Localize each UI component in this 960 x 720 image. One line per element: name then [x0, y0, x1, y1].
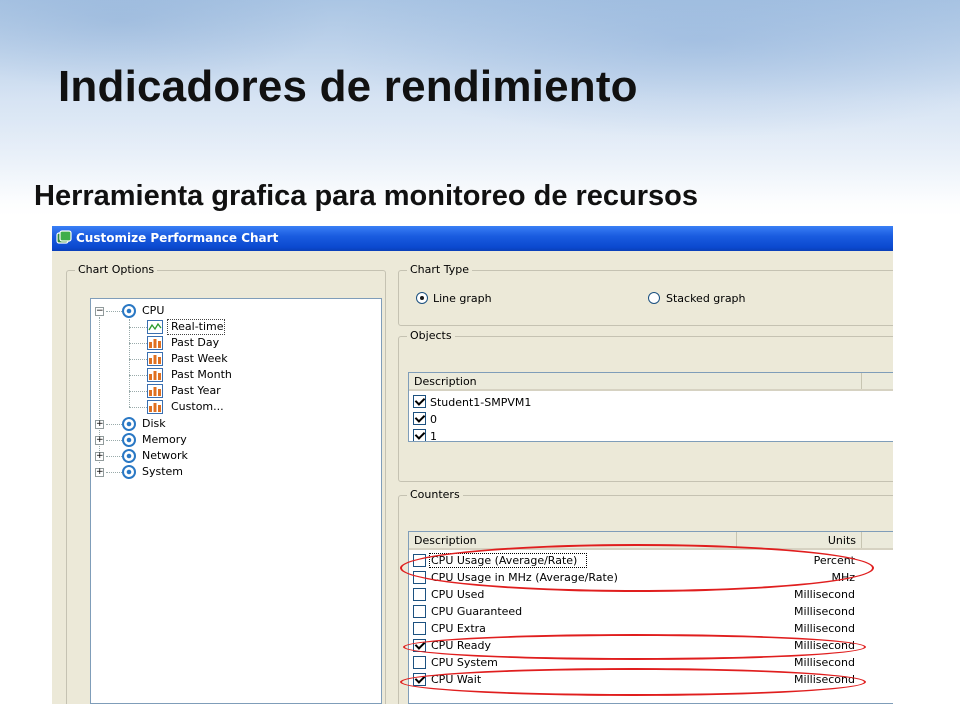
- object-description: 0: [430, 413, 437, 426]
- object-description: 1: [430, 430, 437, 442]
- dialog-title: Customize Performance Chart: [76, 231, 279, 245]
- counter-description[interactable]: CPU System: [431, 656, 498, 669]
- line-graph-label[interactable]: Line graph: [433, 292, 492, 305]
- line-graph-radio[interactable]: [416, 292, 428, 304]
- object-checkbox[interactable]: [413, 395, 426, 408]
- counter-description[interactable]: CPU Guaranteed: [431, 605, 522, 618]
- slide-title: Indicadores de rendimiento: [58, 62, 638, 111]
- chart-options-tree[interactable]: − CPU Real-time Past Day Past Week Past …: [90, 298, 382, 704]
- object-description: Student1-SMPVM1: [430, 396, 532, 409]
- line-chart-icon: [147, 320, 163, 334]
- counter-checkbox[interactable]: [413, 605, 426, 618]
- slide-subtitle: Herramienta grafica para monitoreo de re…: [34, 180, 699, 212]
- counters-label: Counters: [407, 488, 463, 501]
- memory-object-icon: [122, 433, 136, 447]
- objects-extra-header[interactable]: [862, 373, 893, 389]
- counters-extra-header[interactable]: [862, 532, 893, 548]
- counter-description[interactable]: CPU Extra: [431, 622, 486, 635]
- chart-options-label: Chart Options: [75, 263, 158, 276]
- bar-chart-icon: [147, 400, 163, 414]
- expand-system-icon[interactable]: +: [95, 468, 104, 477]
- bar-chart-icon: [147, 368, 163, 382]
- counter-checkbox[interactable]: [413, 622, 426, 635]
- object-checkbox[interactable]: [413, 412, 426, 425]
- counter-units: Millisecond: [794, 622, 855, 635]
- counter-checkbox[interactable]: [413, 656, 426, 669]
- highlight-cpu-wait-ellipse: [400, 668, 866, 696]
- dialog-titlebar[interactable]: Customize Performance Chart: [52, 226, 893, 251]
- stacked-graph-radio[interactable]: [648, 292, 660, 304]
- objects-list[interactable]: Description Student1-SMPVM1 0 1: [408, 372, 893, 442]
- objects-list-header: Description: [409, 373, 893, 391]
- highlight-cpu-usage-ellipse: [400, 544, 874, 592]
- bar-chart-icon: [147, 336, 163, 350]
- collapse-cpu-icon[interactable]: −: [95, 307, 104, 316]
- network-object-icon: [122, 449, 136, 463]
- stacked-graph-label[interactable]: Stacked graph: [666, 292, 746, 305]
- objects-label: Objects: [407, 329, 455, 342]
- expand-memory-icon[interactable]: +: [95, 436, 104, 445]
- counters-units-header[interactable]: Units: [737, 532, 862, 548]
- counter-checkbox[interactable]: [413, 588, 426, 601]
- object-checkbox[interactable]: [413, 429, 426, 441]
- counter-description[interactable]: CPU Used: [431, 588, 484, 601]
- chart-type-label: Chart Type: [407, 263, 472, 276]
- expand-network-icon[interactable]: +: [95, 452, 104, 461]
- bar-chart-icon: [147, 352, 163, 366]
- app-window-icon: [56, 230, 72, 244]
- system-object-icon: [122, 465, 136, 479]
- cpu-object-icon: [122, 304, 136, 318]
- counter-units: Millisecond: [794, 605, 855, 618]
- customize-performance-chart-dialog: Customize Performance Chart Chart Option…: [52, 226, 893, 704]
- counter-units: Millisecond: [794, 588, 855, 601]
- disk-object-icon: [122, 417, 136, 431]
- expand-disk-icon[interactable]: +: [95, 420, 104, 429]
- highlight-cpu-ready-ellipse: [403, 634, 866, 660]
- bar-chart-icon: [147, 384, 163, 398]
- objects-description-header[interactable]: Description: [409, 373, 862, 389]
- counter-units: Millisecond: [794, 656, 855, 669]
